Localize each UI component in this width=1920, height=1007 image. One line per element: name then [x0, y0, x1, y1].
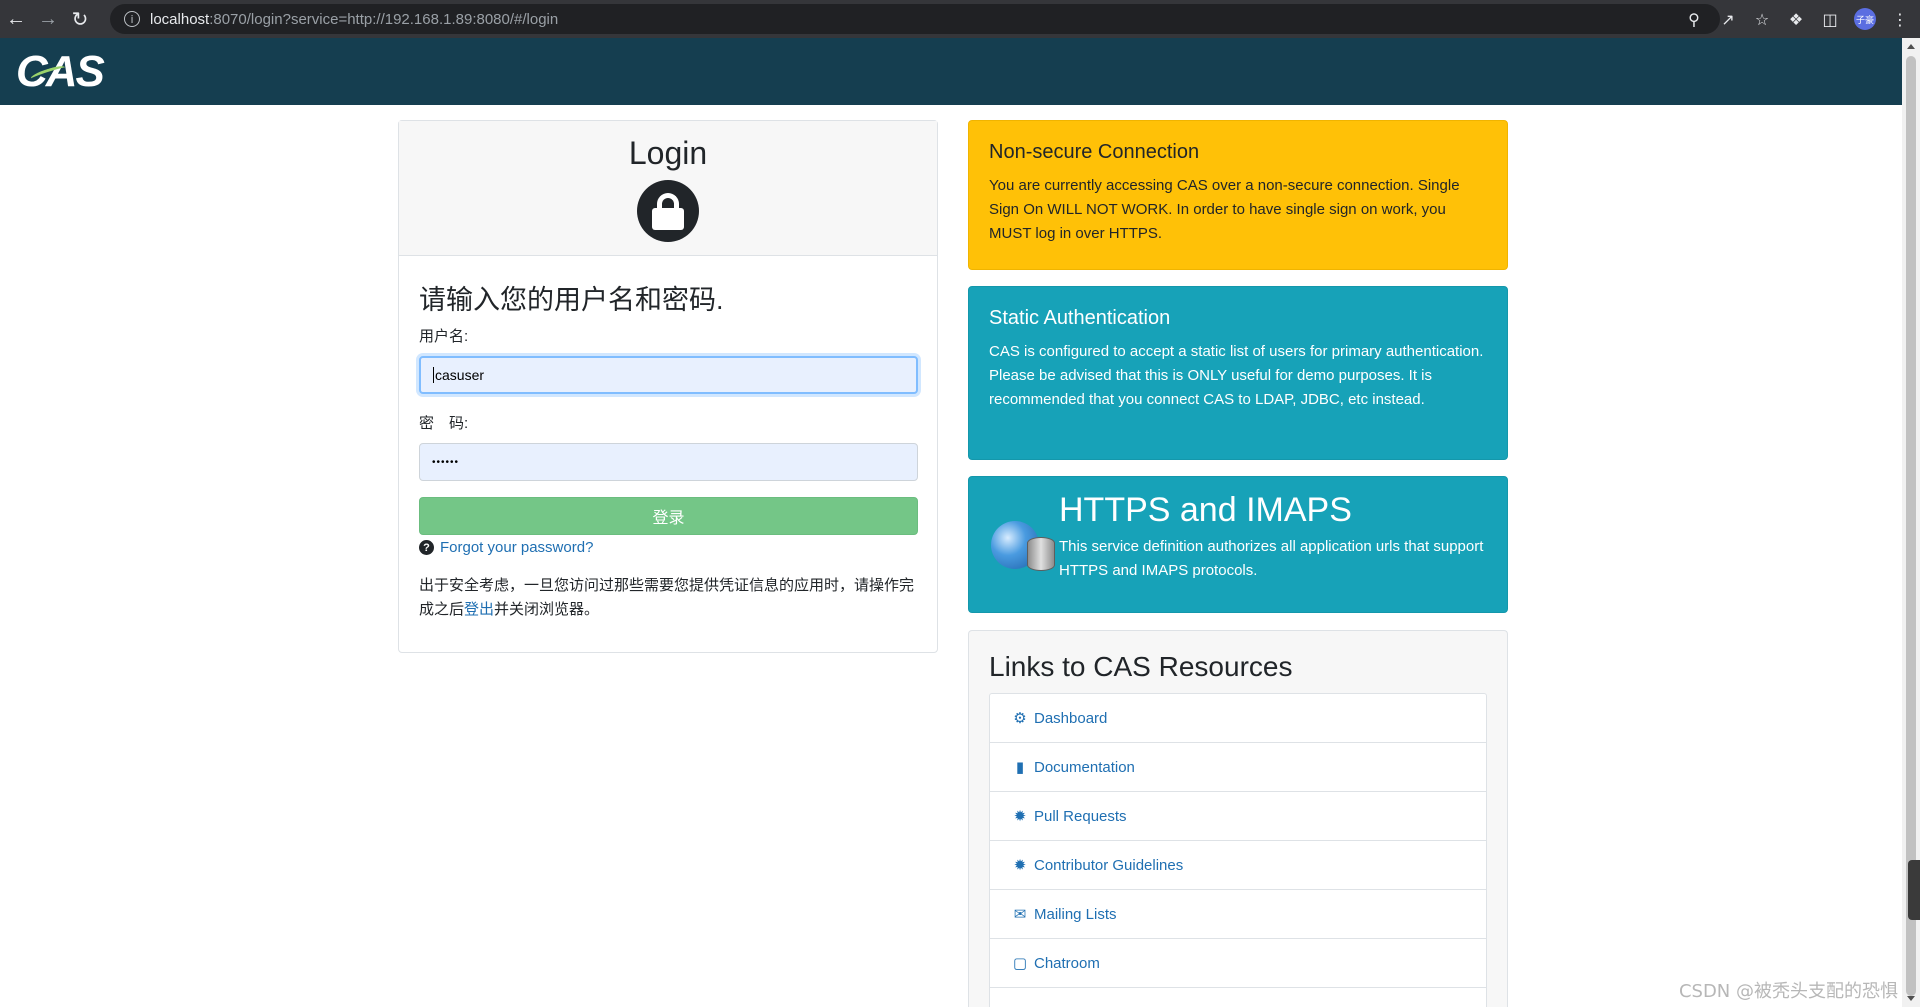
- resources-list: ⚙ Dashboard ▮ Documentation ✹ Pull Reque…: [989, 693, 1487, 1007]
- resource-link-pull-requests[interactable]: ✹ Pull Requests: [990, 792, 1486, 841]
- password-label: 密 码:: [419, 415, 469, 432]
- bug-icon: ✹: [1013, 856, 1027, 874]
- url-host: localhost: [150, 10, 210, 28]
- forgot-password-row: ? Forgot your password?: [419, 539, 917, 556]
- login-form: 请输入您的用户名和密码. 用户名: casuser 密 码: •••••• 登录…: [399, 256, 937, 642]
- username-value: casuser: [435, 367, 485, 383]
- cas-logo[interactable]: CAS: [16, 47, 105, 97]
- logout-link[interactable]: 登出: [464, 601, 494, 618]
- extensions-icon[interactable]: ❖: [1786, 10, 1806, 29]
- password-input[interactable]: ••••••: [419, 443, 918, 481]
- side-widget-handle[interactable]: [1908, 860, 1920, 920]
- browser-toolbar: ← → ↻ i localhost:8070/login?service=htt…: [0, 0, 1920, 38]
- service-title: HTTPS and IMAPS: [1059, 491, 1352, 529]
- login-card-header: Login: [399, 121, 937, 256]
- resource-label: Documentation: [1034, 758, 1135, 776]
- lock-icon: [637, 180, 699, 242]
- resource-link-partial[interactable]: [990, 988, 1486, 1007]
- static-auth-title: Static Authentication: [989, 307, 1171, 329]
- cogs-icon: ⚙: [1013, 709, 1027, 727]
- resources-card: Links to CAS Resources ⚙ Dashboard ▮ Doc…: [968, 630, 1508, 1007]
- url-path: :8070/login?service=http://192.168.1.89:…: [209, 10, 559, 28]
- bug-icon: ✹: [1013, 807, 1027, 825]
- scroll-thumb[interactable]: [1906, 56, 1916, 996]
- username-label: 用户名:: [419, 328, 469, 345]
- comment-icon: ▢: [1012, 954, 1028, 972]
- password-value: ••••••: [432, 456, 460, 468]
- resource-link-chatroom[interactable]: ▢ Chatroom: [990, 939, 1486, 988]
- resource-label: Mailing Lists: [1034, 905, 1117, 923]
- service-info-alert: HTTPS and IMAPS This service definition …: [968, 476, 1508, 613]
- resource-link-contributor-guidelines[interactable]: ✹ Contributor Guidelines: [990, 841, 1486, 890]
- address-bar[interactable]: i localhost:8070/login?service=http://19…: [110, 4, 1720, 34]
- profile-avatar[interactable]: 子豪: [1854, 8, 1876, 30]
- watermark: CSDN @被秃头支配的恐惧: [1678, 981, 1898, 1002]
- scroll-up-arrow-icon[interactable]: [1907, 44, 1915, 49]
- side-panel-icon[interactable]: ◫: [1820, 10, 1840, 29]
- forgot-password-link[interactable]: Forgot your password?: [440, 539, 593, 556]
- site-header: CAS: [0, 38, 1902, 105]
- resource-label: Pull Requests: [1034, 807, 1127, 825]
- login-card: Login 请输入您的用户名和密码. 用户名: casuser 密 码: •••…: [398, 120, 938, 653]
- site-info-icon[interactable]: i: [124, 11, 140, 27]
- key-icon[interactable]: ⚲: [1684, 10, 1704, 29]
- resource-label: Dashboard: [1034, 709, 1108, 727]
- security-notice: 出于安全考虑，一旦您访问过那些需要您提供凭证信息的应用时，请操作完成之后登出并关…: [419, 574, 917, 622]
- scroll-down-arrow-icon[interactable]: [1907, 996, 1915, 1001]
- globe-database-icon: [989, 519, 1059, 579]
- text-caret: [433, 367, 434, 383]
- resource-label: Chatroom: [1034, 954, 1100, 972]
- nonsecure-connection-alert: Non-secure Connection You are currently …: [968, 120, 1508, 270]
- nonsecure-text: You are currently accessing CAS over a n…: [989, 177, 1460, 242]
- share-icon[interactable]: ↗: [1718, 10, 1738, 29]
- menu-dots-icon[interactable]: ⋮: [1890, 10, 1910, 29]
- resource-label: Contributor Guidelines: [1034, 856, 1184, 874]
- static-authentication-alert: Static Authentication CAS is configured …: [968, 286, 1508, 460]
- reload-icon[interactable]: ↻: [64, 0, 96, 38]
- nonsecure-title: Non-secure Connection: [989, 141, 1200, 163]
- forward-arrow-icon[interactable]: →: [32, 0, 64, 38]
- login-button[interactable]: 登录: [419, 497, 918, 535]
- resource-link-dashboard[interactable]: ⚙ Dashboard: [990, 694, 1486, 743]
- resource-link-mailing-lists[interactable]: ✉ Mailing Lists: [990, 890, 1486, 939]
- static-auth-text: CAS is configured to accept a static lis…: [989, 343, 1484, 408]
- login-prompt: 请输入您的用户名和密码.: [419, 285, 724, 315]
- question-circle-icon: ?: [419, 540, 434, 555]
- back-arrow-icon[interactable]: ←: [0, 0, 32, 38]
- notice-text-after: 并关闭浏览器。: [494, 601, 600, 618]
- service-text: This service definition authorizes all a…: [1059, 538, 1484, 579]
- file-icon: ▮: [1015, 758, 1025, 776]
- resources-title: Links to CAS Resources: [989, 651, 1293, 682]
- star-icon[interactable]: ☆: [1752, 10, 1772, 29]
- envelope-icon: ✉: [1013, 905, 1027, 923]
- resource-link-documentation[interactable]: ▮ Documentation: [990, 743, 1486, 792]
- username-input[interactable]: casuser: [419, 356, 918, 394]
- login-title: Login: [628, 135, 708, 171]
